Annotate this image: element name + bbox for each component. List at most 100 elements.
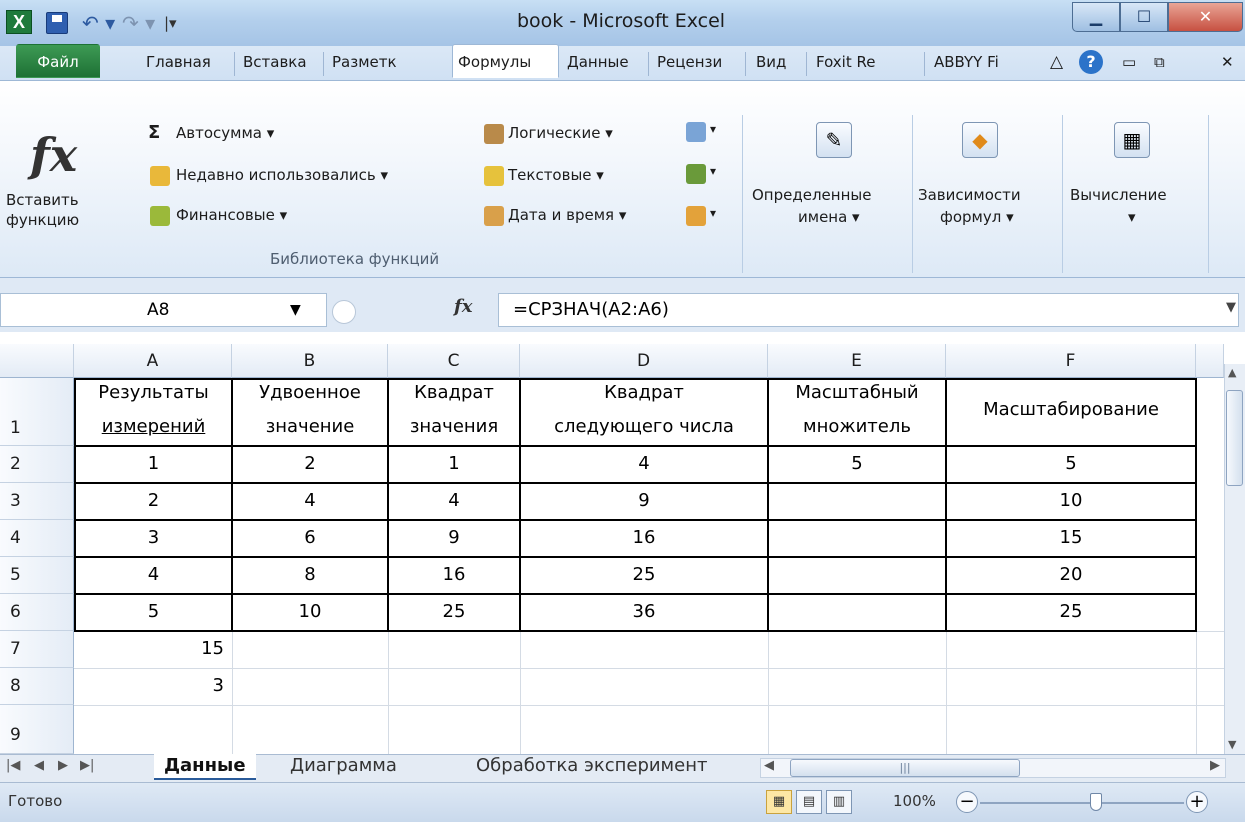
formula-auditing-icon[interactable]: ◆ [962,122,998,158]
maximize-button[interactable]: ☐ [1120,2,1168,32]
sheet-tab-chart[interactable]: Диаграмма [280,754,407,780]
cell-c1-line1[interactable]: Квадрат [389,382,519,403]
select-all-corner[interactable] [0,344,74,378]
cell-a2[interactable]: 1 [76,453,231,474]
page-layout-view-icon[interactable]: ▤ [796,790,822,814]
column-header-a[interactable]: A [74,344,232,378]
row-header-8[interactable]: 8 [0,668,74,705]
column-header-c[interactable]: C [388,344,520,378]
cell-d2[interactable]: 4 [521,453,767,474]
row-header-3[interactable]: 3 [0,483,74,520]
cell-d3[interactable]: 9 [521,490,767,511]
cell-c1-line2[interactable]: значения [389,416,519,437]
cell-c4[interactable]: 9 [389,527,519,548]
cell-f1[interactable]: Масштабирование [947,399,1195,420]
cell-a6[interactable]: 5 [76,601,231,622]
financial-button[interactable]: Финансовые ▾ [176,206,287,224]
cell-e2[interactable]: 5 [769,453,945,474]
cell-b1-line2[interactable]: значение [233,416,387,437]
logical-button[interactable]: Логические ▾ [508,124,613,142]
scroll-left-icon[interactable]: ◀ [764,758,774,773]
column-header-b[interactable]: B [232,344,388,378]
defined-names-button[interactable]: Определенные [752,186,871,204]
cell-f3[interactable]: 10 [947,490,1195,511]
cell-b1-line1[interactable]: Удвоенное [233,382,387,403]
cell-b3[interactable]: 4 [233,490,387,511]
name-box-dropdown-icon[interactable]: ▼ [290,293,301,327]
cell-a8[interactable]: 3 [76,675,232,696]
formula-input[interactable]: =СРЗНАЧ(A2:A6) [498,293,1239,327]
tab-insert[interactable]: Вставка [237,44,321,78]
next-sheet-icon[interactable]: ▶ [58,758,68,773]
cell-b4[interactable]: 6 [233,527,387,548]
cell-d1-line2[interactable]: следующего числа [521,416,767,437]
zoom-level[interactable]: 100% [893,792,936,810]
row-header-7[interactable]: 7 [0,631,74,668]
insert-function-icon[interactable]: fx [30,128,77,182]
minimize-button[interactable]: ▁ [1072,2,1120,32]
sheet-tab-data[interactable]: Данные [154,754,256,780]
ribbon-collapse-icon[interactable]: △ [1044,44,1074,78]
tab-file[interactable]: Файл [16,44,100,78]
horizontal-scroll-thumb[interactable]: ||| [790,759,1020,777]
tab-home[interactable]: Главная [140,44,232,78]
close-button[interactable]: ✕ [1168,2,1243,32]
undo-icon[interactable]: ↶ ▾ [82,12,115,34]
cell-e1-line1[interactable]: Масштабный [769,382,945,403]
cell-f6[interactable]: 25 [947,601,1195,622]
redo-icon[interactable]: ↷ ▾ [122,12,155,34]
help-icon[interactable]: ? [1078,44,1112,78]
row-header-1[interactable]: 1 [0,378,74,446]
recent-functions-button[interactable]: Недавно использовались ▾ [176,166,388,184]
workbook-close-icon[interactable]: ✕ [1215,44,1245,78]
zoom-out-icon[interactable]: − [956,791,978,813]
zoom-slider[interactable] [980,802,1184,804]
calculator-icon[interactable]: ▦ [1114,122,1150,158]
customize-toolbar-icon[interactable]: |▾ [164,12,177,34]
cell-c3[interactable]: 4 [389,490,519,511]
cell-c5[interactable]: 16 [389,564,519,585]
tab-data[interactable]: Данные [561,44,646,78]
column-header-d[interactable]: D [520,344,768,378]
vertical-scroll-thumb[interactable] [1226,390,1243,486]
sheet-tab-processing[interactable]: Обработка эксперимент [466,754,717,780]
scroll-up-icon[interactable]: ▲ [1228,366,1236,379]
calculation-button[interactable]: Вычисление [1070,186,1167,204]
cell-a4[interactable]: 3 [76,527,231,548]
scroll-right-icon[interactable]: ▶ [1210,758,1220,773]
cell-f4[interactable]: 15 [947,527,1195,548]
cell-a7[interactable]: 15 [76,638,232,659]
math-icon[interactable] [686,164,706,184]
cell-c2[interactable]: 1 [389,453,519,474]
cell-d5[interactable]: 25 [521,564,767,585]
row-header-5[interactable]: 5 [0,557,74,594]
row-header-2[interactable]: 2 [0,446,74,483]
insert-function-small-icon[interactable]: fx [454,296,472,317]
zoom-in-icon[interactable]: + [1186,791,1208,813]
page-break-view-icon[interactable]: ▥ [826,790,852,814]
cell-f2[interactable]: 5 [947,453,1195,474]
cell-a1-line2[interactable]: измерений [76,416,231,437]
column-header-e[interactable]: E [768,344,946,378]
row-header-9[interactable]: 9 [0,705,74,754]
cell-a3[interactable]: 2 [76,490,231,511]
prev-sheet-icon[interactable]: ◀ [34,758,44,773]
cell-b5[interactable]: 8 [233,564,387,585]
column-header-f[interactable]: F [946,344,1196,378]
cell-b2[interactable]: 2 [233,453,387,474]
cell-f5[interactable]: 20 [947,564,1195,585]
cell-c6[interactable]: 25 [389,601,519,622]
first-sheet-icon[interactable]: |◀ [6,758,20,773]
zoom-slider-thumb[interactable] [1090,793,1102,811]
scroll-down-icon[interactable]: ▼ [1228,738,1236,751]
cell-d1-line1[interactable]: Квадрат [521,382,767,403]
formula-bar-expand-icon[interactable]: ▼ [1226,300,1236,315]
tab-page-layout[interactable]: Разметк [326,44,450,78]
text-button[interactable]: Текстовые ▾ [508,166,604,184]
excel-logo-icon[interactable]: X [6,10,32,34]
formula-dependencies-button[interactable]: Зависимости [918,186,1021,204]
lookup-icon[interactable] [686,122,706,142]
more-functions-icon[interactable] [686,206,706,226]
cell-e1-line2[interactable]: множитель [769,416,945,437]
save-icon[interactable] [46,12,68,34]
